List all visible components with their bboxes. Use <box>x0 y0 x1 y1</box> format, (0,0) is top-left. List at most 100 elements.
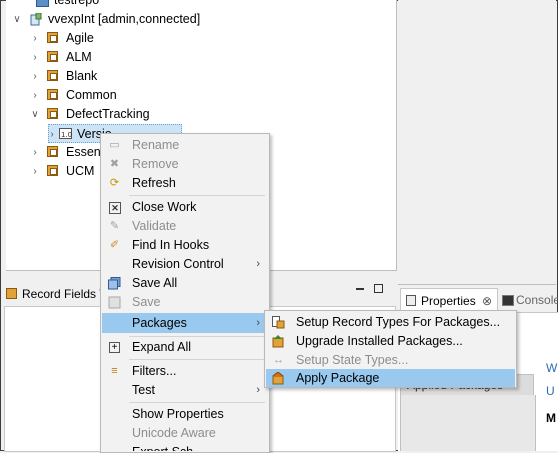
properties-link-u[interactable]: U <box>546 384 555 398</box>
menu-item-refresh[interactable]: ⟳ Refresh <box>102 174 268 193</box>
save-all-icon <box>108 277 121 290</box>
menu-item-expand-all[interactable]: + Expand All <box>102 338 268 357</box>
chevron-right-icon: › <box>256 258 260 270</box>
package-icon <box>47 70 58 81</box>
menu-item-packages[interactable]: Packages › <box>102 313 268 333</box>
package-icon <box>47 165 58 176</box>
tree-item-label: ALM <box>66 50 92 64</box>
menu-item-unicode-aware[interactable]: Unicode Aware <box>102 424 268 443</box>
minimize-icon[interactable] <box>356 288 364 290</box>
properties-link-w[interactable]: W <box>546 361 557 375</box>
record-fields-icon <box>6 288 17 299</box>
chevron-right-icon: › <box>256 317 260 329</box>
find-icon: ✐ <box>109 239 120 251</box>
menu-item-revision-control[interactable]: Revision Control › <box>102 255 268 274</box>
menu-item-label: Apply Package <box>296 371 380 385</box>
applied-packages-list <box>400 395 536 451</box>
menu-item-close-work[interactable]: ✕ Close Work <box>102 198 268 217</box>
setup-record-types-icon <box>272 316 285 329</box>
package-icon <box>47 146 58 157</box>
svg-text:1.0: 1.0 <box>61 131 72 139</box>
menu-item-label: Show Properties <box>132 407 224 421</box>
version-icon: 1.0 <box>59 127 72 140</box>
editor-area <box>398 0 556 285</box>
view-controls <box>352 284 392 298</box>
menu-item-find-in-hooks[interactable]: ✐ Find In Hooks <box>102 236 268 255</box>
menu-item-label: Find In Hooks <box>132 238 210 252</box>
menu-separator <box>129 195 265 196</box>
record-fields-tab[interactable]: Record Fields V <box>0 283 112 305</box>
state-types-icon: ↔ <box>273 354 284 366</box>
menu-item-label: Revision Control <box>132 257 224 271</box>
menu-item-show-properties[interactable]: Show Properties <box>102 405 268 424</box>
rename-icon: ▭ <box>109 139 120 151</box>
menu-separator <box>129 402 265 403</box>
menu-item-apply-package[interactable]: Apply Package <box>266 369 515 387</box>
chevron-right-icon[interactable]: › <box>30 48 40 67</box>
package-icon <box>47 89 58 100</box>
package-icon <box>47 32 58 43</box>
menu-item-rename[interactable]: ▭ Rename <box>102 136 268 155</box>
menu-item-label: Export Sch <box>132 443 193 451</box>
refresh-icon: ⟳ <box>109 177 120 189</box>
menu-item-save-all[interactable]: Save All <box>102 274 268 293</box>
menu-item-validate[interactable]: ✎ Validate <box>102 217 268 236</box>
properties-icon <box>406 295 416 306</box>
remove-icon: ✖ <box>109 158 120 170</box>
menu-item-label: Setup State Types... <box>296 353 409 367</box>
chevron-right-icon[interactable]: › <box>47 125 57 144</box>
record-fields-tab-label: Record Fields V <box>22 287 108 301</box>
package-icon <box>47 51 58 62</box>
menu-item-label: Expand All <box>132 340 192 354</box>
properties-link-m[interactable]: M <box>546 411 556 425</box>
menu-item-save[interactable]: Save <box>102 293 268 312</box>
maximize-icon[interactable] <box>374 284 383 293</box>
menu-item-label: Remove <box>132 157 179 171</box>
chevron-down-icon[interactable]: ∨ <box>12 10 22 29</box>
menu-item-label: Upgrade Installed Packages... <box>296 334 463 348</box>
menu-item-label: Close Work <box>132 200 197 214</box>
menu-separator <box>129 359 265 360</box>
chevron-right-icon: › <box>256 384 260 396</box>
upgrade-icon <box>272 335 285 348</box>
menu-item-label: Rename <box>132 138 180 152</box>
save-icon <box>108 296 121 309</box>
menu-item-upgrade-installed[interactable]: Upgrade Installed Packages... <box>266 332 515 351</box>
close-work-icon: ✕ <box>109 202 121 214</box>
package-icon <box>47 108 58 119</box>
menu-item-setup-state-types[interactable]: ↔ Setup State Types... <box>266 351 515 370</box>
console-icon <box>502 295 514 306</box>
menu-item-setup-record-types[interactable]: Setup Record Types For Packages... <box>266 313 515 332</box>
menu-item-label: Save All <box>132 276 178 290</box>
menu-item-label: Test <box>132 383 155 397</box>
menu-item-filters[interactable]: ≡ Filters... <box>102 362 268 381</box>
menu-item-label: Setup Record Types For Packages... <box>296 315 501 329</box>
chevron-right-icon[interactable]: › <box>30 29 40 48</box>
menu-item-export-schema[interactable]: Export Sch <box>102 443 268 451</box>
chevron-right-icon[interactable]: › <box>30 86 40 105</box>
menu-item-test[interactable]: Test › <box>102 381 268 400</box>
tree-item-label: vvexpInt [admin,connected] <box>48 12 201 26</box>
tree-item-label: Agile <box>66 31 94 45</box>
menu-item-label: Packages <box>132 316 187 330</box>
console-tab-label: Console <box>516 293 558 307</box>
expand-all-icon: + <box>109 342 120 353</box>
menu-separator <box>129 336 265 337</box>
chevron-right-icon[interactable]: › <box>30 143 40 162</box>
repository-icon <box>36 0 49 7</box>
context-menu: ▭ Rename ✖ Remove ⟳ Refresh ✕ Close Work… <box>100 133 270 453</box>
menu-item-label: Save <box>132 295 161 309</box>
connection-icon <box>30 12 43 26</box>
menu-item-remove[interactable]: ✖ Remove <box>102 155 268 174</box>
tree-item-label: Blank <box>66 69 98 83</box>
tree-item-label: DefectTracking <box>66 107 150 121</box>
tree-item-label: Common <box>66 88 117 102</box>
tree-item-label: UCM <box>66 164 95 178</box>
packages-submenu: Setup Record Types For Packages... Upgra… <box>264 310 517 388</box>
chevron-down-icon[interactable]: ∨ <box>30 105 40 124</box>
menu-item-label: Refresh <box>132 176 176 190</box>
menu-item-label: Filters... <box>132 364 177 378</box>
tree-item-label: testrepo <box>54 0 100 7</box>
chevron-right-icon[interactable]: › <box>30 67 40 86</box>
chevron-right-icon[interactable]: › <box>30 162 40 181</box>
